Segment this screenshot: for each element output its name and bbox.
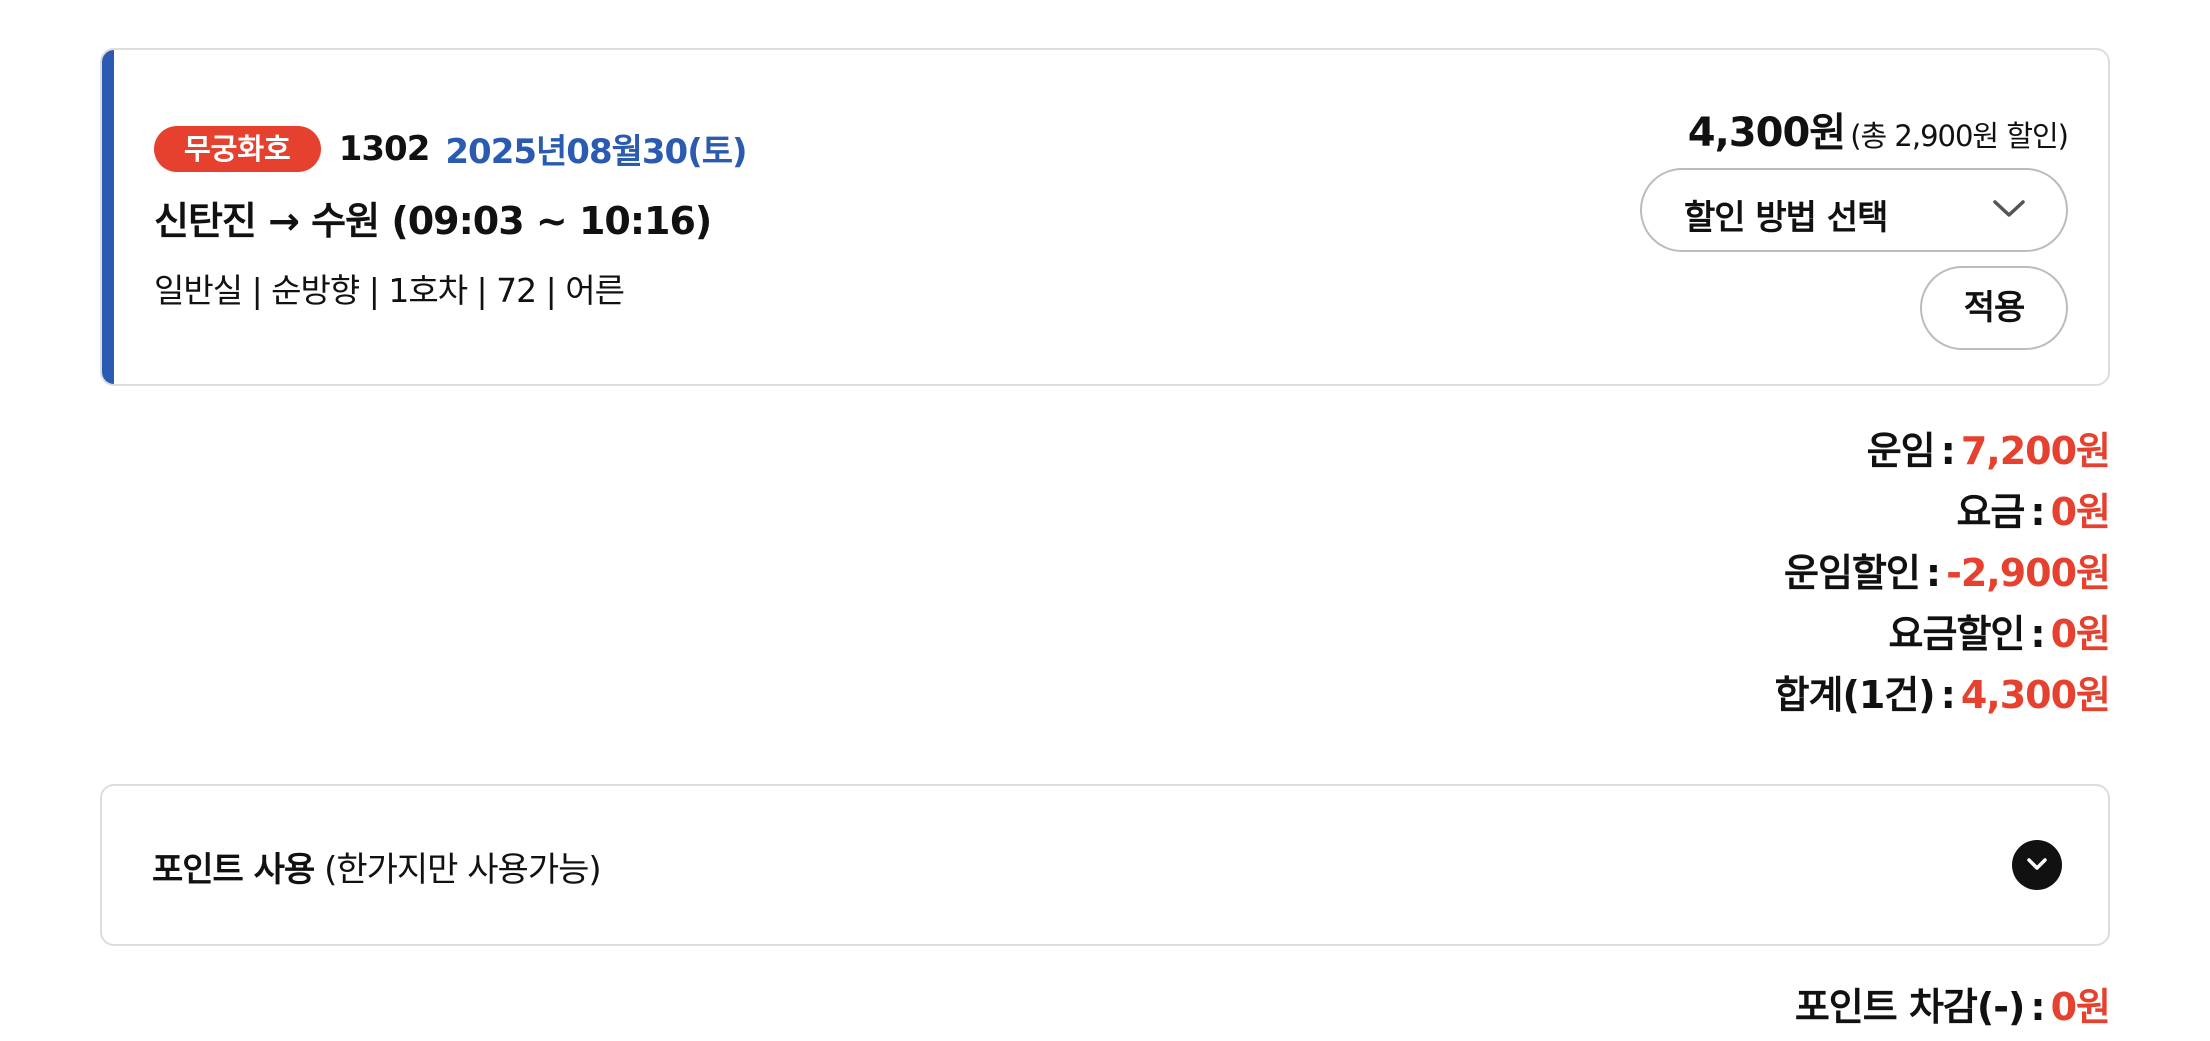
summary-separator: : — [2030, 490, 2045, 534]
summary-value: 4,300원 — [1960, 673, 2111, 717]
discount-method-select[interactable]: 할인 방법 선택 — [1640, 168, 2068, 252]
points-deduct: 포인트 차감(-):0원 — [1794, 976, 2111, 1031]
route: 신탄진 → 수원 (09:03 ~ 10:16) — [154, 199, 712, 243]
points-note: (한가지만 사용가능) — [324, 850, 602, 890]
ticket-card: 무궁화호 1302 2025년08월30(토) 신탄진 → 수원 (09:03 … — [100, 48, 2110, 386]
points-label: 포인트 사용 — [152, 850, 315, 890]
summary-separator: : — [1940, 429, 1956, 473]
chevron-down-circle-icon[interactable] — [2012, 840, 2062, 890]
train-info-row: 무궁화호 1302 2025년08월30(토) — [154, 124, 748, 173]
summary-row-fare: 운임:7,200원 — [1775, 420, 2111, 481]
train-type-badge: 무궁화호 — [154, 125, 321, 172]
train-number: 1302 — [338, 128, 431, 169]
points-title: 포인트 사용 (한가지만 사용가능) — [152, 842, 602, 891]
summary-separator: : — [1925, 551, 1941, 595]
seat-info: 일반실 | 순방향 | 1호차 | 72 | 어른 — [154, 271, 625, 310]
summary-value: 0원 — [2050, 612, 2111, 656]
summary-row-charge-discount: 요금할인:0원 — [1775, 603, 2111, 664]
ticket-price: 4,300원 — [1687, 110, 1846, 156]
summary-label: 요금 — [1956, 490, 2025, 534]
summary-value: 0원 — [2050, 490, 2111, 534]
summary-label: 합계(1건) — [1774, 673, 1936, 717]
summary-separator: : — [2030, 612, 2045, 656]
summary-row-total: 합계(1건):4,300원 — [1774, 664, 2111, 725]
points-panel[interactable]: 포인트 사용 (한가지만 사용가능) — [100, 784, 2110, 946]
summary-label: 운임 — [1866, 429, 1936, 473]
summary-value: -2,900원 — [1946, 551, 2111, 595]
fare-summary: 운임:7,200원 요금:0원 운임할인: -2,900원 요금할인:0원 합계(… — [1774, 420, 2111, 725]
chevron-down-icon — [1993, 200, 2025, 217]
summary-value: 7,200원 — [1960, 429, 2111, 473]
points-deduct-separator: : — [2030, 985, 2045, 1029]
summary-label: 운임할인 — [1784, 551, 1921, 595]
discount-note: (총 2,900원 할인) — [1850, 119, 2069, 153]
travel-date: 2025년08월30(토) — [445, 132, 747, 172]
accent-bar — [102, 50, 114, 384]
apply-button[interactable]: 적용 — [1920, 266, 2068, 350]
summary-separator: : — [1940, 673, 1956, 717]
summary-row-charge: 요금:0원 — [1775, 481, 2111, 542]
summary-label: 요금할인 — [1888, 612, 2026, 656]
summary-row-fare-discount: 운임할인: -2,900원 — [1775, 542, 2111, 603]
points-deduct-value: 0원 — [2050, 985, 2111, 1029]
discount-select-label: 할인 방법 선택 — [1684, 198, 1888, 238]
price-line: 4,300원 (총 2,900원 할인) — [1687, 100, 2069, 158]
points-deduct-label: 포인트 차감(-) — [1794, 985, 2026, 1029]
